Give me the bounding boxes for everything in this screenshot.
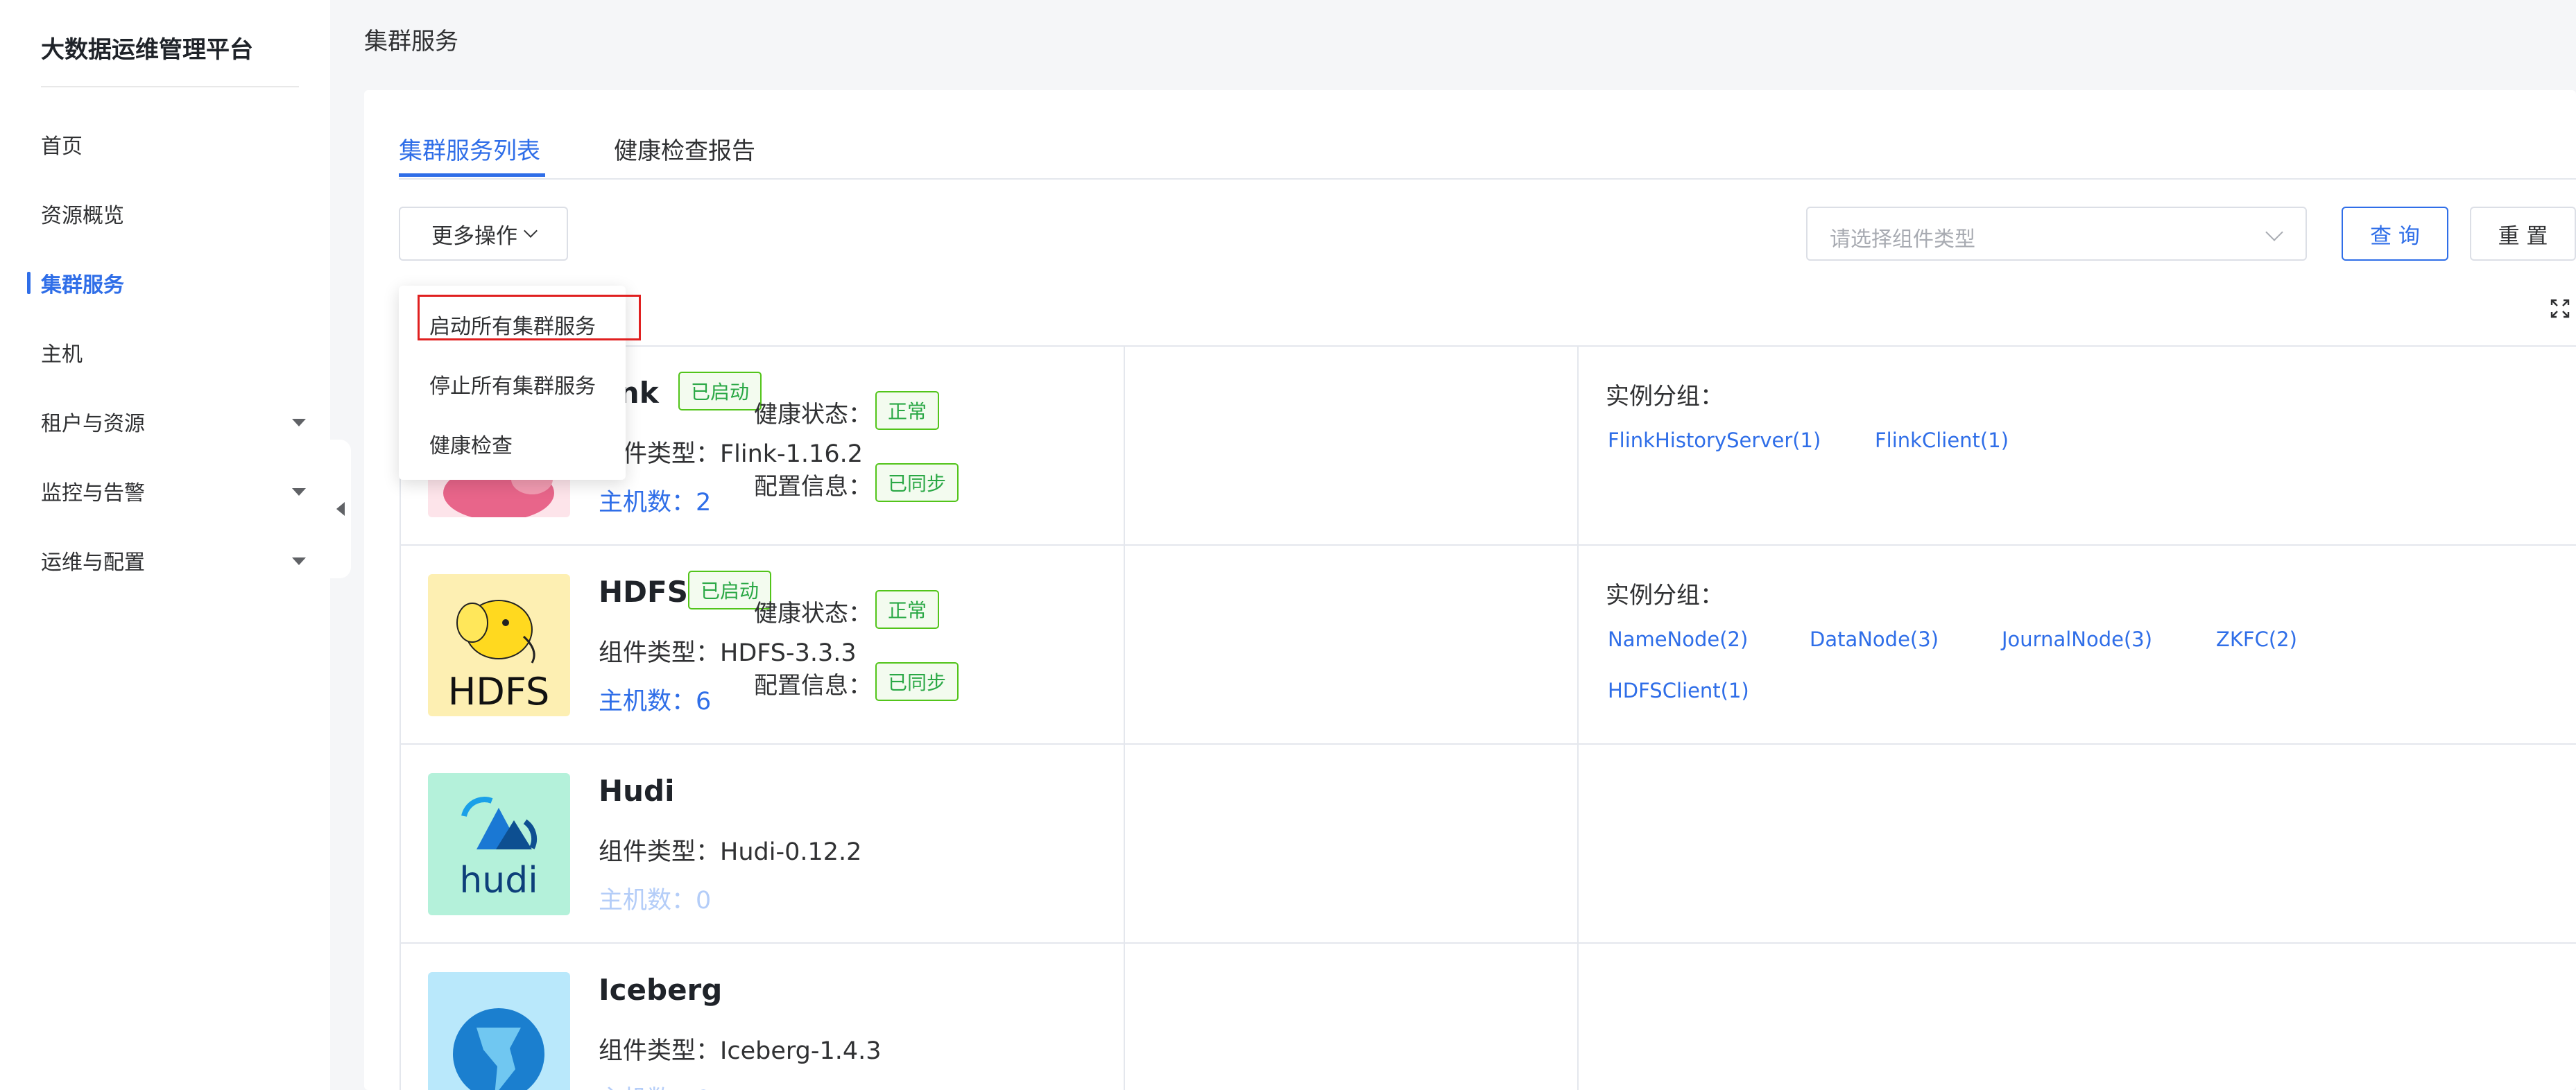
menu-item-start-all[interactable]: 启动所有集群服务 [429, 309, 596, 340]
sidebar-collapse-handle[interactable] [330, 440, 351, 578]
component-type-select[interactable]: 请选择组件类型 [1806, 207, 2307, 261]
table-row: Iceberg 组件类型：Iceberg-1.4.3 主机数：0 [400, 942, 2576, 1090]
sidebar-item-label: 主机 [41, 343, 83, 367]
config-info-label: 配置信息： [754, 473, 872, 501]
hudi-logo: hudi [428, 773, 570, 915]
service-type: 组件类型：Hudi-0.12.2 [599, 838, 862, 866]
more-actions-menu: 启动所有集群服务 停止所有集群服务 健康检查 [399, 286, 626, 480]
hdfs-logo-text: HDFS [448, 670, 550, 713]
sidebar-item-hosts[interactable]: 主机 [41, 331, 318, 373]
sidebar-item-label: 监控与告警 [41, 481, 145, 505]
sidebar-item-label: 租户与资源 [41, 412, 145, 436]
service-type: 组件类型：HDFS-3.3.3 [599, 639, 857, 667]
instance-link[interactable]: NameNode(2) [1608, 628, 1748, 651]
more-actions-label: 更多操作 [431, 223, 517, 249]
active-tab-indicator [399, 173, 545, 177]
caret-down-icon [292, 419, 306, 426]
sidebar-item-monitoring-alerts[interactable]: 监控与告警 [41, 470, 318, 512]
reset-button[interactable]: 重 置 [2470, 207, 2576, 261]
instance-link[interactable]: JournalNode(3) [2002, 628, 2152, 651]
sidebar: 大数据运维管理平台 首页 资源概览 集群服务 主机 租户与资源 监控与告警 运维… [0, 0, 330, 1090]
brand-title: 大数据运维管理平台 [41, 36, 253, 64]
service-hosts-link[interactable]: 主机数：0 [599, 881, 711, 916]
config-sync-badge: 已同步 [875, 463, 959, 502]
chevron-down-icon [524, 224, 538, 238]
health-status-label: 健康状态： [754, 401, 872, 429]
service-type: 组件类型：Flink-1.16.2 [599, 440, 863, 468]
query-button[interactable]: 查 询 [2342, 207, 2448, 261]
service-name: Hudi [599, 774, 675, 808]
config-info-label: 配置信息： [754, 672, 872, 700]
service-name: Iceberg [599, 973, 723, 1007]
sidebar-item-home[interactable]: 首页 [41, 123, 318, 165]
instance-link[interactable]: FlinkHistoryServer(1) [1608, 429, 1821, 452]
sidebar-item-cluster-services[interactable]: 集群服务 [27, 262, 318, 304]
instance-link[interactable]: FlinkClient(1) [1875, 429, 2009, 452]
instance-group-title: 实例分组： [1606, 383, 1724, 410]
table-row: link 已启动 组件类型：Flink-1.16.2 主机数：2 健康状态： 正… [400, 345, 2576, 544]
more-actions-button[interactable]: 更多操作 [399, 207, 568, 261]
sidebar-item-resource-overview[interactable]: 资源概览 [41, 193, 318, 234]
service-name: HDFS [599, 575, 688, 609]
fullscreen-icon[interactable] [2550, 298, 2570, 319]
iceberg-icon [453, 1008, 544, 1090]
service-hosts-link[interactable]: 主机数：2 [599, 483, 711, 518]
service-hosts-link[interactable]: 主机数：0 [599, 1080, 711, 1090]
hadoop-elephant-icon: HDFS [448, 600, 550, 713]
tabs-divider [399, 178, 2576, 180]
sidebar-item-label: 资源概览 [41, 204, 124, 228]
caret-down-icon [292, 557, 306, 565]
hudi-logo-text: hudi [459, 860, 538, 901]
service-hosts-link[interactable]: 主机数：6 [599, 682, 711, 717]
caret-left-icon [336, 502, 345, 516]
hudi-icon: hudi [459, 797, 538, 901]
health-status-badge: 正常 [875, 391, 940, 430]
services-table: link 已启动 组件类型：Flink-1.16.2 主机数：2 健康状态： 正… [400, 345, 2576, 1090]
instance-link[interactable]: DataNode(3) [1810, 628, 1939, 651]
table-row: HDFS HDFS 已启动 组件类型：HDFS-3.3.3 主机数：6 健康状态… [400, 544, 2576, 743]
menu-item-stop-all[interactable]: 停止所有集群服务 [429, 369, 596, 399]
instance-group-title: 实例分组： [1606, 582, 1724, 609]
sidebar-item-label: 首页 [41, 135, 83, 159]
page-title: 集群服务 [364, 28, 458, 55]
hdfs-logo: HDFS [428, 574, 570, 716]
menu-item-health-check[interactable]: 健康检查 [429, 429, 513, 459]
sidebar-item-tenants-resources[interactable]: 租户与资源 [41, 401, 318, 442]
chevron-down-icon [2265, 223, 2283, 241]
service-type: 组件类型：Iceberg-1.4.3 [599, 1037, 882, 1065]
config-sync-badge: 已同步 [875, 662, 959, 701]
health-status-badge: 正常 [875, 590, 940, 629]
instance-link[interactable]: HDFSClient(1) [1608, 679, 1749, 702]
select-placeholder: 请选择组件类型 [1830, 227, 1975, 252]
sidebar-item-label: 集群服务 [41, 273, 124, 297]
iceberg-logo [428, 972, 570, 1090]
tab-cluster-service-list[interactable]: 集群服务列表 [399, 132, 540, 166]
health-status-label: 健康状态： [754, 600, 872, 628]
service-status-badge: 已启动 [678, 372, 762, 410]
instance-link[interactable]: ZKFC(2) [2216, 628, 2297, 651]
sidebar-item-label: 运维与配置 [41, 551, 145, 575]
brand-divider [41, 86, 299, 87]
tab-health-check-report[interactable]: 健康检查报告 [614, 132, 755, 166]
table-row: hudi Hudi 组件类型：Hudi-0.12.2 主机数：0 [400, 743, 2576, 942]
sidebar-item-ops-config[interactable]: 运维与配置 [41, 539, 318, 581]
caret-down-icon [292, 488, 306, 496]
